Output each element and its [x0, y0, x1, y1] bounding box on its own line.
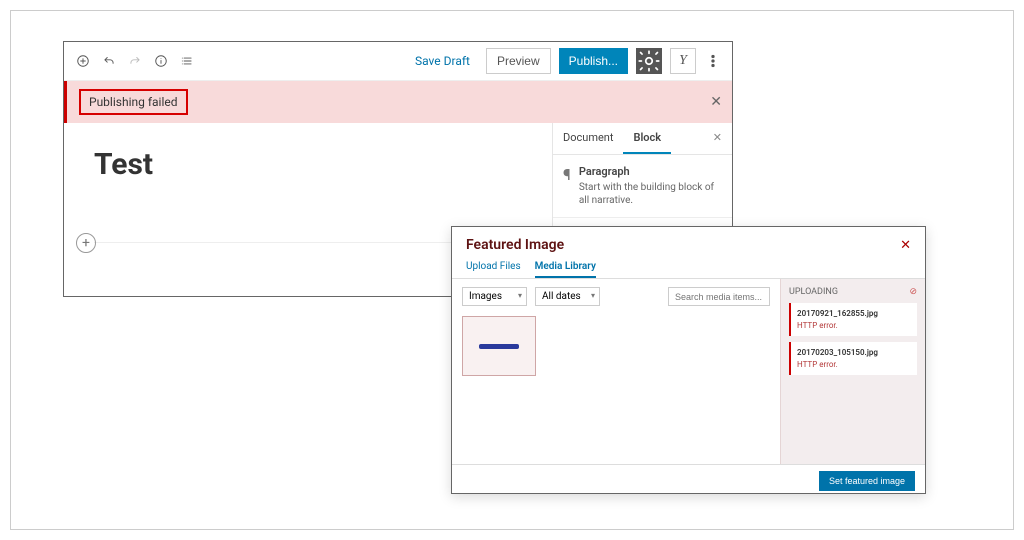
upload-filename: 20170203_105150.jpg: [797, 348, 911, 357]
error-notice: Publishing failed ✕: [64, 81, 732, 123]
top-toolbar: Save Draft Preview Publish... Y: [64, 42, 732, 81]
yoast-icon[interactable]: Y: [670, 48, 696, 74]
publish-button[interactable]: Publish...: [559, 48, 628, 74]
close-sidebar-icon[interactable]: ✕: [703, 123, 732, 154]
add-block-icon[interactable]: [74, 52, 92, 70]
save-draft-button[interactable]: Save Draft: [407, 50, 478, 72]
dismiss-notice-icon[interactable]: ✕: [710, 94, 722, 110]
uploading-label: UPLOADING: [789, 287, 838, 297]
upload-item: 20170203_105150.jpg HTTP error.: [789, 342, 917, 375]
error-message: Publishing failed: [79, 89, 188, 115]
block-description: Start with the building block of all nar…: [579, 181, 722, 207]
uploading-panel: UPLOADING ⊘ 20170921_162855.jpg HTTP err…: [780, 279, 925, 464]
tab-upload-files[interactable]: Upload Files: [466, 257, 521, 278]
tab-block[interactable]: Block: [623, 123, 671, 154]
featured-image-modal: Featured Image ✕ Upload Files Media Libr…: [451, 226, 926, 494]
upload-error: HTTP error.: [797, 321, 911, 330]
media-thumbnail[interactable]: [462, 316, 536, 376]
preview-button[interactable]: Preview: [486, 48, 551, 74]
post-title[interactable]: Test: [94, 147, 522, 182]
media-library-area: Images All dates: [452, 279, 780, 464]
cancel-uploads-icon[interactable]: ⊘: [909, 287, 917, 297]
upload-item: 20170921_162855.jpg HTTP error.: [789, 303, 917, 336]
more-menu-icon[interactable]: [704, 52, 722, 70]
sidebar-tabs: Document Block ✕: [553, 123, 732, 155]
paragraph-icon: ¶: [563, 165, 571, 207]
block-info: ¶ Paragraph Start with the building bloc…: [553, 155, 732, 217]
close-modal-icon[interactable]: ✕: [900, 238, 911, 253]
undo-icon[interactable]: [100, 52, 118, 70]
frame: Save Draft Preview Publish... Y Publishi…: [10, 10, 1014, 530]
block-name: Paragraph: [579, 165, 722, 178]
tab-document[interactable]: Document: [553, 123, 623, 154]
upload-filename: 20170921_162855.jpg: [797, 309, 911, 318]
insert-block-icon[interactable]: +: [76, 233, 96, 253]
media-date-filter[interactable]: All dates: [535, 287, 600, 306]
search-media-input[interactable]: [668, 287, 770, 306]
modal-title: Featured Image: [466, 237, 564, 253]
tab-media-library[interactable]: Media Library: [535, 257, 596, 278]
upload-error: HTTP error.: [797, 360, 911, 369]
outline-icon[interactable]: [178, 52, 196, 70]
modal-tabs: Upload Files Media Library: [452, 257, 925, 279]
redo-icon[interactable]: [126, 52, 144, 70]
settings-icon[interactable]: [636, 48, 662, 74]
set-featured-image-button[interactable]: Set featured image: [819, 471, 915, 491]
media-type-filter[interactable]: Images: [462, 287, 527, 306]
info-icon[interactable]: [152, 52, 170, 70]
